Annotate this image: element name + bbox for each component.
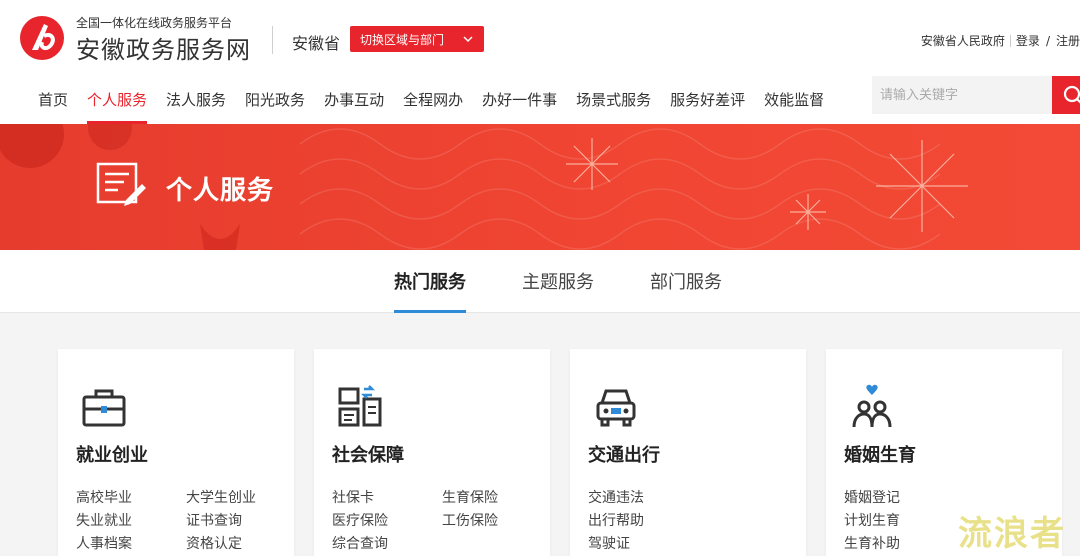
search-bar xyxy=(872,76,1080,114)
card-title: 婚姻生育 xyxy=(844,445,916,466)
search-input[interactable] xyxy=(872,76,1052,114)
tab-theme-services[interactable]: 主题服务 xyxy=(522,268,594,313)
card-link[interactable]: 资格认定 xyxy=(186,535,286,554)
banner: 个人服务 xyxy=(0,124,1080,250)
search-icon xyxy=(1063,85,1080,104)
card-link[interactable]: 生育补助 xyxy=(844,535,954,554)
banner-decoration xyxy=(0,124,968,250)
card-social-security[interactable]: 社会保障 社保卡 生育保险 医疗保险 工伤保险 综合查询 xyxy=(314,349,550,556)
top-links: 安徽省人民政府 登录 / 注册 xyxy=(921,32,1080,49)
card-employment[interactable]: 就业创业 高校毕业 大学生创业 失业就业 证书查询 人事档案 资格认定 xyxy=(58,349,294,556)
card-link[interactable]: 工伤保险 xyxy=(442,512,542,531)
nav-item[interactable]: 法人服务 xyxy=(166,80,226,124)
brand-subtitle: 全国一体化在线政务服务平台 xyxy=(76,16,233,30)
card-link[interactable]: 交通违法 xyxy=(588,489,698,508)
gov-link[interactable]: 安徽省人民政府 xyxy=(921,32,1005,49)
tab-hot-services[interactable]: 热门服务 xyxy=(394,268,466,313)
card-link[interactable]: 人事档案 xyxy=(76,535,186,554)
card-link[interactable]: 综合查询 xyxy=(332,535,442,554)
card-link[interactable]: 驾驶证 xyxy=(588,535,698,554)
main-nav: 首页 个人服务 法人服务 阳光政务 办事互动 全程网办 办好一件事 场景式服务 服务好差评 效能监… xyxy=(38,80,843,124)
card-link[interactable]: 高校毕业 xyxy=(76,489,186,508)
site-header: 全国一体化在线政务服务平台 安徽政务服务网 安徽省 切换区域与部门 安徽省人民政… xyxy=(0,0,1080,124)
register-link[interactable]: 注册 xyxy=(1056,32,1080,49)
card-link[interactable]: 证书查询 xyxy=(186,512,286,531)
brand-divider xyxy=(272,26,273,54)
card-link xyxy=(698,489,798,508)
card-link[interactable]: 生育保险 xyxy=(442,489,542,508)
tab-department-services[interactable]: 部门服务 xyxy=(650,268,722,313)
card-transport[interactable]: 交通出行 交通违法 出行帮助 驾驶证 xyxy=(570,349,806,556)
briefcase-icon xyxy=(82,389,126,427)
nav-item[interactable]: 效能监督 xyxy=(764,80,824,124)
document-edit-icon xyxy=(96,162,146,206)
chevron-down-icon xyxy=(463,36,473,43)
login-link[interactable]: 登录 xyxy=(1016,32,1040,49)
nav-item[interactable]: 阳光政务 xyxy=(245,80,305,124)
switch-region-button[interactable]: 切换区域与部门 xyxy=(350,26,484,52)
nav-item[interactable]: 场景式服务 xyxy=(576,80,651,124)
service-cards: 就业创业 高校毕业 大学生创业 失业就业 证书查询 人事档案 资格认定 社会保障… xyxy=(0,313,1080,556)
watermark-text: 流浪者 xyxy=(958,514,1066,554)
card-link[interactable]: 大学生创业 xyxy=(186,489,286,508)
service-tabs: 热门服务 主题服务 部门服务 xyxy=(0,250,1080,313)
anhui-logo-icon[interactable] xyxy=(18,14,66,62)
link-divider xyxy=(1009,34,1011,47)
car-icon xyxy=(596,389,636,427)
link-slash: / xyxy=(1045,33,1050,48)
card-link[interactable]: 社保卡 xyxy=(332,489,442,508)
nav-item[interactable]: 办好一件事 xyxy=(482,80,557,124)
nav-item[interactable]: 首页 xyxy=(38,80,68,124)
switch-region-label: 切换区域与部门 xyxy=(360,32,445,47)
card-title: 就业创业 xyxy=(76,445,148,466)
nav-item[interactable]: 全程网办 xyxy=(403,80,463,124)
card-title: 社会保障 xyxy=(332,445,404,466)
card-links: 社保卡 生育保险 医疗保险 工伤保险 综合查询 xyxy=(332,489,542,554)
card-link xyxy=(698,512,798,531)
card-link[interactable]: 出行帮助 xyxy=(588,512,698,531)
card-links: 交通违法 出行帮助 驾驶证 xyxy=(588,489,798,554)
card-link[interactable]: 婚姻登记 xyxy=(844,489,954,508)
nav-item[interactable]: 个人服务 xyxy=(87,80,148,124)
card-link[interactable]: 计划生育 xyxy=(844,512,954,531)
search-button[interactable] xyxy=(1052,76,1080,114)
couple-icon xyxy=(852,384,892,428)
card-link[interactable]: 医疗保险 xyxy=(332,512,442,531)
card-title: 交通出行 xyxy=(588,445,660,466)
social-security-icon xyxy=(338,385,382,427)
nav-item[interactable]: 服务好差评 xyxy=(670,80,745,124)
nav-item[interactable]: 办事互动 xyxy=(324,80,384,124)
banner-title: 个人服务 xyxy=(166,176,275,206)
brand-title[interactable]: 安徽政务服务网 xyxy=(76,30,251,65)
current-province: 安徽省 xyxy=(292,34,341,53)
card-links: 高校毕业 大学生创业 失业就业 证书查询 人事档案 资格认定 xyxy=(76,489,286,554)
card-link[interactable]: 失业就业 xyxy=(76,512,186,531)
